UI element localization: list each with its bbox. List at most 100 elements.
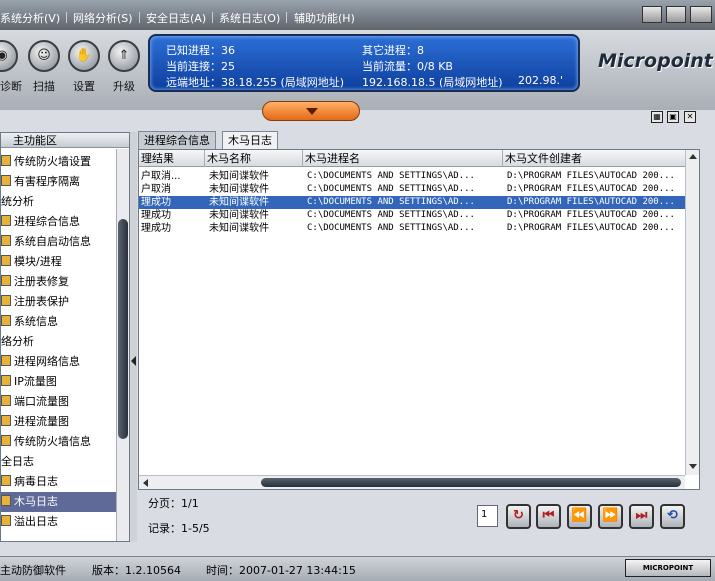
table-row[interactable]: 理成功 未知间谍软件 C:\DOCUMENTS AND SETTINGS\AD...… xyxy=(139,209,685,222)
sidebar-item[interactable]: 注册表保护 xyxy=(1,292,116,312)
sidebar-scrollbar[interactable] xyxy=(116,149,129,541)
panel-splitter[interactable] xyxy=(130,132,137,542)
sidebar-item[interactable]: 传统防火墙信息 xyxy=(1,432,116,452)
menu-security-log[interactable]: 安全日志(A) xyxy=(146,10,206,26)
module-icon xyxy=(1,415,11,426)
module-icon xyxy=(1,255,11,266)
table-row[interactable]: 理成功 未知间谍软件 C:\DOCUMENTS AND SETTINGS\AD...… xyxy=(139,222,685,235)
table-cell: D:\PROGRAM FILES\AUTOCAD 200... xyxy=(507,197,675,207)
menu-separator xyxy=(212,12,213,23)
column-trojan-process[interactable]: 木马进程名 xyxy=(303,150,503,167)
menu-bar: 系统分析(V) 网络分析(S) 安全日志(A) 系统日志(O) 辅助功能(H) xyxy=(0,0,715,30)
sidebar-item-label: 进程综合信息 xyxy=(14,215,80,228)
module-icon xyxy=(1,315,11,326)
panel-tile-icon[interactable]: ▦ xyxy=(651,111,663,123)
sidebar-item[interactable]: 病毒日志 xyxy=(1,472,116,492)
table-cell: D:\PROGRAM FILES\AUTOCAD 200... xyxy=(507,184,675,194)
table-header: 理结果 木马名称 木马进程名 木马文件创建者 xyxy=(139,150,685,167)
diagnose-label: 诊断 xyxy=(0,80,22,93)
tab-trojan-log[interactable]: 木马日志 xyxy=(222,131,278,149)
panel-close-icon[interactable]: ✕ xyxy=(684,111,696,123)
sidebar-item[interactable]: 进程综合信息 xyxy=(1,212,116,232)
sidebar-item-label: 端口流量图 xyxy=(14,395,69,408)
sidebar-item-label: 进程网络信息 xyxy=(14,355,80,368)
sidebar-item[interactable]: 有害程序隔离 xyxy=(1,172,116,192)
sidebar-scroll-thumb[interactable] xyxy=(118,219,128,439)
table-horizontal-scrollbar[interactable] xyxy=(139,475,685,489)
micropoint-logo: Micropoint xyxy=(598,50,713,72)
status-bar: 主动防御软件 版本：1.2.10564 时间：2007-01-27 13:44:… xyxy=(0,556,715,581)
table-row[interactable]: 理成功 未知间谍软件 C:\DOCUMENTS AND SETTINGS\AD...… xyxy=(139,196,685,209)
table-cell: D:\PROGRAM FILES\AUTOCAD 200... xyxy=(507,171,675,181)
scroll-left-icon[interactable] xyxy=(143,479,148,487)
extra-address: 202.98.' xyxy=(518,74,564,87)
sidebar-item[interactable]: 系统信息 xyxy=(1,312,116,332)
table-row[interactable]: 户取消 未知间谍软件 C:\DOCUMENTS AND SETTINGS\AD...… xyxy=(139,183,685,196)
menu-tools[interactable]: 辅助功能(H) xyxy=(294,10,355,26)
maximize-button[interactable] xyxy=(666,6,686,23)
column-file-creator[interactable]: 木马文件创建者 xyxy=(503,150,685,167)
module-icon xyxy=(1,515,11,526)
diagnose-button[interactable]: ◉ xyxy=(0,40,18,72)
table-vertical-scrollbar[interactable] xyxy=(685,150,699,475)
upgrade-button[interactable]: ⇑ xyxy=(108,40,140,72)
known-processes: 已知进程：36 xyxy=(166,44,235,57)
sidebar-item[interactable]: 端口流量图 xyxy=(1,392,116,412)
micropoint-badge: MICROPOINT xyxy=(625,559,711,577)
scroll-down-icon[interactable] xyxy=(689,464,697,469)
sidebar-item[interactable]: 木马日志 xyxy=(1,492,116,512)
sidebar-group[interactable]: 统分析 xyxy=(1,192,116,212)
table-row[interactable]: 户取消... 未知间谍软件 C:\DOCUMENTS AND SETTINGS\AD… xyxy=(139,170,685,183)
table-cell: D:\PROGRAM FILES\AUTOCAD 200... xyxy=(507,223,675,233)
sidebar-title: 主功能区 xyxy=(1,133,129,148)
panel-restore-icon[interactable]: ▣ xyxy=(667,111,679,123)
column-result[interactable]: 理结果 xyxy=(139,150,205,167)
module-icon xyxy=(1,275,11,286)
table-cell: 理成功 xyxy=(141,210,171,221)
minimize-button[interactable] xyxy=(642,6,662,23)
sidebar-item[interactable]: IP流量图 xyxy=(1,372,116,392)
sidebar-item[interactable]: 模块/进程 xyxy=(1,252,116,272)
sidebar-item[interactable]: 进程流量图 xyxy=(1,412,116,432)
sidebar-item-label: 病毒日志 xyxy=(14,475,58,488)
refresh-button[interactable]: ↻ xyxy=(506,504,531,529)
table-cell: C:\DOCUMENTS AND SETTINGS\AD... xyxy=(307,171,475,181)
next-page-button[interactable]: ⏩ xyxy=(598,504,623,529)
page-input[interactable]: 1 xyxy=(477,505,498,527)
sidebar-group[interactable]: 络分析 xyxy=(1,332,116,352)
menu-separator xyxy=(139,12,140,23)
sidebar-item[interactable]: 溢出日志 xyxy=(1,512,116,532)
next-page-icon: ⏩ xyxy=(602,508,619,523)
sidebar: 主功能区 传统防火墙设置 有害程序隔离 统分析 进程综合信息 系统自启动信息 模块/进程注… xyxy=(0,132,130,542)
horizontal-scroll-thumb[interactable] xyxy=(261,478,681,487)
local-address: 192.168.18.5 (局域网地址) xyxy=(362,76,503,89)
scroll-up-icon[interactable] xyxy=(689,154,697,159)
tab-process-info[interactable]: 进程综合信息 xyxy=(138,131,216,149)
sidebar-item[interactable]: 传统防火墙设置 xyxy=(1,152,116,172)
module-icon xyxy=(1,395,11,406)
menu-network-analysis[interactable]: 网络分析(S) xyxy=(73,10,133,26)
menu-system-analysis[interactable]: 系统分析(V) xyxy=(0,10,60,26)
table-cell: 未知间谍软件 xyxy=(209,171,269,182)
sidebar-item-label: 溢出日志 xyxy=(14,515,58,528)
first-page-button[interactable]: ⏮ xyxy=(536,504,561,529)
sync-button[interactable]: ⟲ xyxy=(660,504,685,529)
close-button[interactable] xyxy=(690,6,712,23)
sidebar-item[interactable]: 注册表修复 xyxy=(1,272,116,292)
module-icon xyxy=(1,355,11,366)
upgrade-icon: ⇑ xyxy=(118,48,130,63)
sidebar-group[interactable]: 全日志 xyxy=(1,452,116,472)
settings-button[interactable]: ✋ xyxy=(68,40,100,72)
sidebar-item[interactable]: 进程网络信息 xyxy=(1,352,116,372)
collapse-left-icon xyxy=(131,356,136,366)
column-trojan-name[interactable]: 木马名称 xyxy=(205,150,303,167)
last-page-button[interactable]: ⏭ xyxy=(629,504,654,529)
upgrade-label: 升级 xyxy=(113,80,135,93)
sidebar-item[interactable]: 系统自启动信息 xyxy=(1,232,116,252)
sync-icon: ⟲ xyxy=(667,508,678,523)
collapse-handle[interactable] xyxy=(262,101,360,121)
prev-page-button[interactable]: ⏪ xyxy=(567,504,592,529)
scan-icon: ☺ xyxy=(37,48,51,63)
scan-button[interactable]: ☺ xyxy=(28,40,60,72)
menu-system-log[interactable]: 系统日志(O) xyxy=(219,10,280,26)
